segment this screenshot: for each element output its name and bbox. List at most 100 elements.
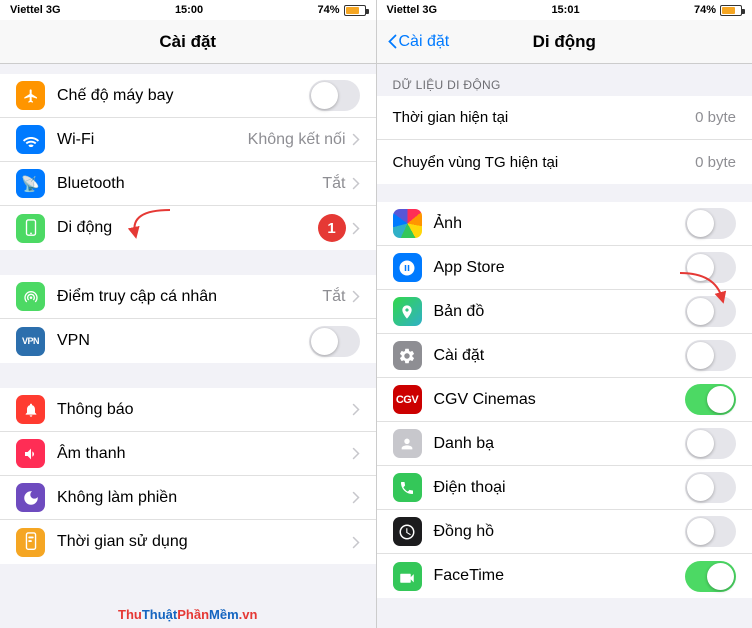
dnd-chevron bbox=[352, 491, 360, 504]
right-battery-bar bbox=[720, 5, 742, 16]
left-status-bar: Viettel 3G 15:00 74% bbox=[0, 0, 376, 20]
left-battery-bar bbox=[344, 5, 366, 16]
sound-icon bbox=[16, 439, 45, 468]
maps-toggle[interactable] bbox=[685, 296, 736, 327]
maps-icon bbox=[393, 297, 422, 326]
back-chevron-icon bbox=[387, 34, 397, 50]
bluetooth-label: Bluetooth bbox=[57, 175, 322, 193]
notif-chevron bbox=[352, 403, 360, 416]
bluetooth-icon: 📡 bbox=[16, 169, 45, 198]
wifi-value: Không kết nối bbox=[248, 131, 346, 149]
clock-toggle[interactable] bbox=[685, 516, 736, 547]
list-item-sound[interactable]: Âm thanh bbox=[0, 432, 376, 476]
list-item-wifi[interactable]: Wi-Fi Không kết nối bbox=[0, 118, 376, 162]
left-settings-list: Chế độ máy bay Wi-Fi Không kết nối 📡 Blu… bbox=[0, 64, 376, 628]
contacts-icon bbox=[393, 429, 422, 458]
data-row-roaming: Chuyển vùng TG hiện tại 0 byte bbox=[377, 140, 752, 184]
dnd-icon bbox=[16, 483, 45, 512]
mobile-label: Di động bbox=[57, 219, 352, 237]
right-nav-bar: Cài đặt Di động bbox=[377, 20, 752, 64]
left-time: 15:00 bbox=[175, 4, 203, 16]
hotspot-chevron bbox=[352, 290, 360, 303]
vpn-toggle[interactable] bbox=[309, 326, 360, 357]
clock-label: Đồng hồ bbox=[434, 523, 686, 541]
phone-label: Điện thoại bbox=[434, 479, 686, 497]
list-item-maps[interactable]: Bản đồ bbox=[377, 290, 752, 334]
appstore-label: App Store bbox=[434, 259, 686, 277]
vpn-icon: VPN bbox=[16, 327, 45, 356]
airplane-toggle[interactable] bbox=[309, 80, 360, 111]
data-rows-group: Thời gian hiện tại 0 byte Chuyển vùng TG… bbox=[377, 96, 752, 184]
appstore-toggle[interactable]: 2 bbox=[685, 252, 736, 283]
contacts-toggle[interactable] bbox=[685, 428, 736, 459]
maps-label: Bản đồ bbox=[434, 303, 686, 321]
list-item-cgv[interactable]: CGV CGV Cinemas bbox=[377, 378, 752, 422]
list-item-hotspot[interactable]: Điểm truy cập cá nhân Tắt bbox=[0, 275, 376, 319]
hotspot-icon bbox=[16, 282, 45, 311]
settings-app-toggle[interactable] bbox=[685, 340, 736, 371]
roaming-value: 0 byte bbox=[695, 154, 736, 171]
hotspot-label: Điểm truy cập cá nhân bbox=[57, 288, 322, 306]
list-item-airplane[interactable]: Chế độ máy bay bbox=[0, 74, 376, 118]
list-item-dnd[interactable]: Không làm phiền bbox=[0, 476, 376, 520]
list-item-photos[interactable]: Ảnh bbox=[377, 202, 752, 246]
right-time: 15:01 bbox=[551, 4, 579, 16]
list-item-vpn[interactable]: VPN VPN bbox=[0, 319, 376, 363]
vpn-label: VPN bbox=[57, 332, 309, 350]
list-item-mobile[interactable]: Di động 1 bbox=[0, 206, 376, 250]
right-panel: Viettel 3G 15:01 74% Cài đặt Di động DỮ … bbox=[377, 0, 752, 628]
appstore-icon bbox=[393, 253, 422, 282]
list-item-settings-app[interactable]: Cài đặt bbox=[377, 334, 752, 378]
right-settings-list: DỮ LIỆU DI ĐỘNG Thời gian hiện tại 0 byt… bbox=[377, 64, 752, 628]
bluetooth-chevron bbox=[352, 177, 360, 190]
screentime-chevron bbox=[352, 536, 360, 549]
hotspot-value: Tắt bbox=[322, 288, 345, 306]
photos-toggle[interactable] bbox=[685, 208, 736, 239]
roaming-label: Chuyển vùng TG hiện tại bbox=[393, 154, 696, 171]
facetime-toggle[interactable] bbox=[685, 561, 736, 592]
screentime-label: Thời gian sử dụng bbox=[57, 533, 352, 551]
list-item-contacts[interactable]: Danh bạ bbox=[377, 422, 752, 466]
app-rows-group: Ảnh App Store 2 bbox=[377, 202, 752, 598]
wifi-label: Wi-Fi bbox=[57, 131, 248, 149]
list-item-phone[interactable]: Điện thoại bbox=[377, 466, 752, 510]
wifi-icon bbox=[16, 125, 45, 154]
screentime-icon bbox=[16, 528, 45, 557]
photos-icon bbox=[393, 209, 422, 238]
data-row-current-time: Thời gian hiện tại 0 byte bbox=[377, 96, 752, 140]
settings-app-label: Cài đặt bbox=[434, 347, 686, 365]
dnd-label: Không làm phiền bbox=[57, 489, 352, 507]
list-item-clock[interactable]: Đồng hồ bbox=[377, 510, 752, 554]
back-label: Cài đặt bbox=[399, 33, 450, 51]
list-item-facetime[interactable]: FaceTime bbox=[377, 554, 752, 598]
notif-label: Thông báo bbox=[57, 401, 352, 419]
notif-icon bbox=[16, 395, 45, 424]
current-time-value: 0 byte bbox=[695, 109, 736, 126]
clock-icon bbox=[393, 517, 422, 546]
mobile-icon bbox=[16, 214, 45, 243]
left-section-2: Điểm truy cập cá nhân Tắt VPN VPN bbox=[0, 275, 376, 363]
wifi-chevron bbox=[352, 133, 360, 146]
left-section-3: Thông báo Âm thanh Không làm phiền bbox=[0, 388, 376, 564]
mobile-chevron bbox=[352, 222, 360, 235]
list-item-notif[interactable]: Thông báo bbox=[0, 388, 376, 432]
phone-toggle[interactable] bbox=[685, 472, 736, 503]
photos-label: Ảnh bbox=[434, 215, 686, 233]
facetime-icon bbox=[393, 562, 422, 591]
list-item-bluetooth[interactable]: 📡 Bluetooth Tắt bbox=[0, 162, 376, 206]
left-section-1: Chế độ máy bay Wi-Fi Không kết nối 📡 Blu… bbox=[0, 74, 376, 250]
right-nav-title: Di động bbox=[533, 32, 596, 52]
list-item-screentime[interactable]: Thời gian sử dụng bbox=[0, 520, 376, 564]
back-button[interactable]: Cài đặt bbox=[387, 33, 450, 51]
current-time-label: Thời gian hiện tại bbox=[393, 109, 696, 126]
facetime-label: FaceTime bbox=[434, 567, 686, 585]
list-item-appstore[interactable]: App Store 2 bbox=[377, 246, 752, 290]
left-nav-title: Cài đặt bbox=[159, 32, 216, 52]
cgv-toggle[interactable] bbox=[685, 384, 736, 415]
section-header-mobile-data: DỮ LIỆU DI ĐỘNG bbox=[377, 72, 752, 96]
cgv-label: CGV Cinemas bbox=[434, 391, 686, 409]
airplane-label: Chế độ máy bay bbox=[57, 87, 309, 105]
left-nav-bar: Cài đặt bbox=[0, 20, 376, 64]
left-panel: Viettel 3G 15:00 74% Cài đặt Chế độ máy … bbox=[0, 0, 376, 628]
bluetooth-value: Tắt bbox=[322, 175, 345, 193]
